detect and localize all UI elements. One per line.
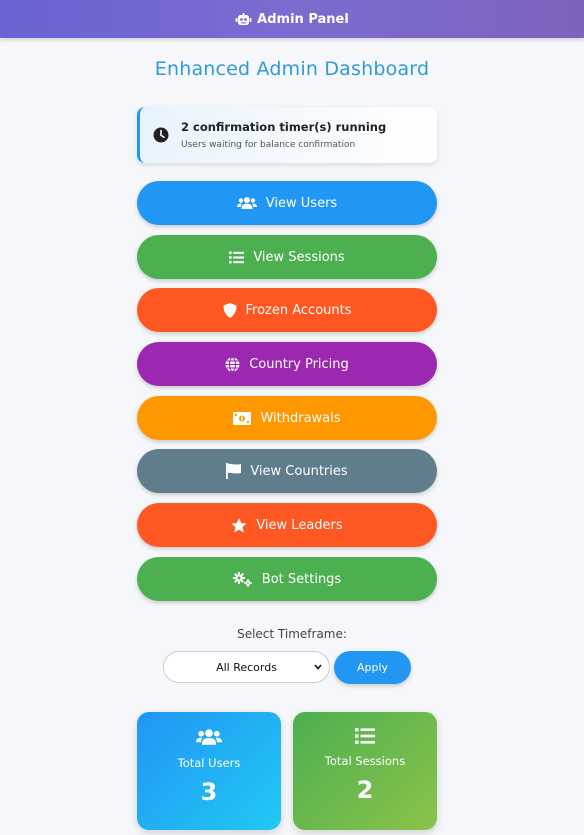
list-icon	[293, 727, 437, 745]
users-icon	[236, 196, 257, 210]
view-leaders-button[interactable]: View Leaders	[137, 503, 437, 547]
money-icon	[233, 411, 252, 425]
stat-label: Total Users	[177, 756, 241, 770]
timeframe-selected: All Records	[216, 660, 277, 674]
chevron-down-icon	[313, 661, 323, 673]
bot-settings-label: Bot Settings	[261, 571, 342, 587]
stat-label: Total Sessions	[324, 754, 406, 768]
view-leaders-label: View Leaders	[256, 517, 343, 533]
timeframe-select[interactable]: All Records	[163, 651, 330, 683]
country-pricing-button[interactable]: Country Pricing	[137, 342, 437, 386]
timer-notice: 2 confirmation timer(s) running Users wa…	[137, 107, 437, 163]
stat-value: 2	[356, 776, 374, 804]
shield-icon	[223, 302, 237, 318]
header-title: Admin Panel	[257, 11, 349, 27]
timeframe-label: Select Timeframe:	[237, 627, 347, 641]
stat-card-total-users: Total Users 3	[137, 712, 281, 830]
view-countries-label: View Countries	[250, 463, 348, 479]
top-bar: Admin Panel	[0, 0, 584, 38]
page-title: Enhanced Admin Dashboard	[154, 58, 430, 80]
clock-icon	[153, 127, 169, 143]
users-icon	[137, 727, 281, 747]
stat-card-total-sessions: Total Sessions 2	[293, 712, 437, 830]
frozen-accounts-button[interactable]: Frozen Accounts	[137, 288, 437, 332]
view-sessions-label: View Sessions	[253, 249, 345, 265]
apply-button[interactable]: Apply	[334, 651, 411, 684]
bot-settings-button[interactable]: Bot Settings	[137, 557, 437, 601]
withdrawals-label: Withdrawals	[260, 410, 341, 426]
star-icon	[231, 517, 247, 533]
withdrawals-button[interactable]: Withdrawals	[137, 396, 437, 440]
timer-title: 2 confirmation timer(s) running	[181, 120, 387, 134]
timer-subtitle: Users waiting for balance confirmation	[181, 140, 356, 150]
gears-icon	[232, 571, 253, 587]
robot-icon	[235, 12, 252, 26]
stat-value: 3	[200, 778, 218, 806]
country-pricing-label: Country Pricing	[249, 356, 349, 372]
view-countries-button[interactable]: View Countries	[137, 449, 437, 493]
frozen-accounts-label: Frozen Accounts	[245, 302, 352, 318]
globe-icon	[225, 356, 240, 372]
view-sessions-button[interactable]: View Sessions	[137, 235, 437, 279]
view-users-label: View Users	[265, 195, 338, 211]
list-icon	[229, 251, 245, 264]
flag-icon	[226, 463, 242, 479]
view-users-button[interactable]: View Users	[137, 181, 437, 225]
